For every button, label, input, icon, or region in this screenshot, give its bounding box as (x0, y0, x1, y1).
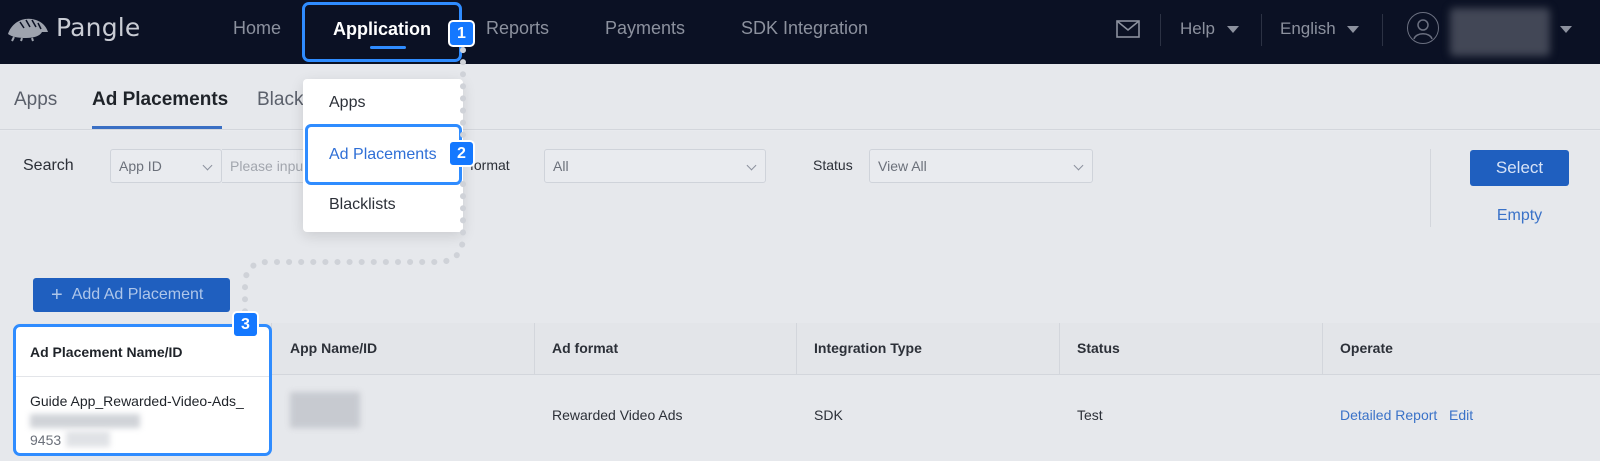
menu-item-ad-placements-highlight[interactable]: Ad Placements (305, 124, 462, 185)
search-placeholder: Please inpu (230, 158, 304, 174)
help-menu[interactable]: Help (1180, 19, 1215, 39)
cell-integration-type: SDK (814, 407, 843, 423)
add-ad-placement-label: Add Ad Placement (71, 286, 204, 303)
nav-reports[interactable]: Reports (486, 18, 549, 39)
ad-placement-column-highlight: Ad Placement Name/ID Guide App_Rewarded-… (13, 324, 272, 456)
placement-name-redacted (30, 414, 140, 428)
select-button[interactable]: Select (1470, 150, 1569, 186)
column-header-operate: Operate (1340, 340, 1393, 356)
help-caret-icon[interactable] (1227, 26, 1239, 33)
cell-status: Test (1077, 407, 1103, 423)
sub-navigation: Apps Ad Placements Black (0, 64, 1600, 130)
top-navigation-bar: Pangle Home Reports Payments SDK Integra… (0, 0, 1600, 64)
nav-payments[interactable]: Payments (605, 18, 685, 39)
language-caret-icon[interactable] (1347, 26, 1359, 33)
tab-apps[interactable]: Apps (14, 89, 57, 111)
add-ad-placement-button[interactable]: + Add Ad Placement (33, 278, 230, 312)
chevron-down-icon (202, 160, 213, 171)
column-header-ad-placement-label: Ad Placement Name/ID (30, 344, 183, 360)
column-divider (1322, 323, 1323, 375)
menu-item-apps[interactable]: Apps (329, 94, 365, 112)
nav-home[interactable]: Home (233, 18, 281, 39)
column-header-app: App Name/ID (290, 340, 378, 356)
step-badge-2: 2 (448, 140, 475, 167)
step-badge-1: 1 (448, 20, 475, 47)
chevron-down-icon (1073, 160, 1084, 171)
empty-button[interactable]: Empty (1470, 207, 1569, 225)
step-badge-3: 3 (232, 311, 259, 338)
column-divider (534, 323, 535, 375)
tab-blacklists[interactable]: Black (257, 89, 303, 111)
column-header-ad-placement: Ad Placement Name/ID (16, 327, 269, 377)
column-header-integration-type: Integration Type (814, 340, 922, 356)
column-header-status: Status (1077, 340, 1120, 356)
mail-icon[interactable] (1116, 20, 1140, 43)
column-divider (796, 323, 797, 375)
cell-placement-name[interactable]: Guide App_Rewarded-Video-Ads_ (30, 393, 244, 409)
ad-format-select[interactable]: All (544, 149, 766, 183)
nav-sdk-integration[interactable]: SDK Integration (741, 18, 868, 39)
search-type-value: App ID (119, 158, 162, 174)
tab-ad-placements[interactable]: Ad Placements (92, 89, 228, 111)
app-name-redacted (290, 392, 360, 428)
menu-item-ad-placements[interactable]: Ad Placements (329, 146, 437, 164)
edit-link[interactable]: Edit (1449, 407, 1473, 423)
nav-divider (1160, 14, 1161, 46)
active-tab-underline (92, 126, 222, 129)
search-label: Search (23, 157, 74, 174)
language-selector[interactable]: English (1280, 19, 1336, 39)
nav-divider (1382, 14, 1383, 46)
user-avatar-icon[interactable] (1407, 12, 1439, 44)
status-select[interactable]: View All (869, 149, 1093, 183)
search-type-select[interactable]: App ID (110, 149, 222, 183)
plus-icon: + (51, 284, 63, 306)
account-caret-icon[interactable] (1560, 26, 1572, 33)
status-value: View All (878, 158, 927, 174)
cell-ad-format: Rewarded Video Ads (552, 407, 683, 423)
ad-format-value: All (553, 158, 569, 174)
pangolin-logo-icon (8, 18, 48, 42)
detailed-report-link[interactable]: Detailed Report (1340, 407, 1437, 423)
nav-application-highlight[interactable]: Application (302, 2, 462, 62)
nav-application[interactable]: Application (305, 19, 459, 40)
status-label: Status (813, 157, 853, 173)
user-name-redacted[interactable] (1450, 8, 1550, 56)
logo-text: Pangle (56, 12, 141, 42)
cell-placement-id: 9453 (30, 432, 62, 448)
menu-item-blacklists[interactable]: Blacklists (329, 196, 396, 214)
pangle-logo[interactable]: Pangle (6, 12, 141, 42)
filter-divider (1430, 149, 1431, 227)
nav-active-underline (370, 46, 406, 49)
column-header-ad-format: Ad format (552, 340, 619, 356)
chevron-down-icon (746, 160, 757, 171)
ad-format-label: format (470, 157, 510, 173)
placement-id-redacted (66, 431, 110, 447)
search-input[interactable]: Please inpu (222, 149, 312, 183)
nav-divider (1261, 14, 1262, 46)
column-divider (1059, 323, 1060, 375)
